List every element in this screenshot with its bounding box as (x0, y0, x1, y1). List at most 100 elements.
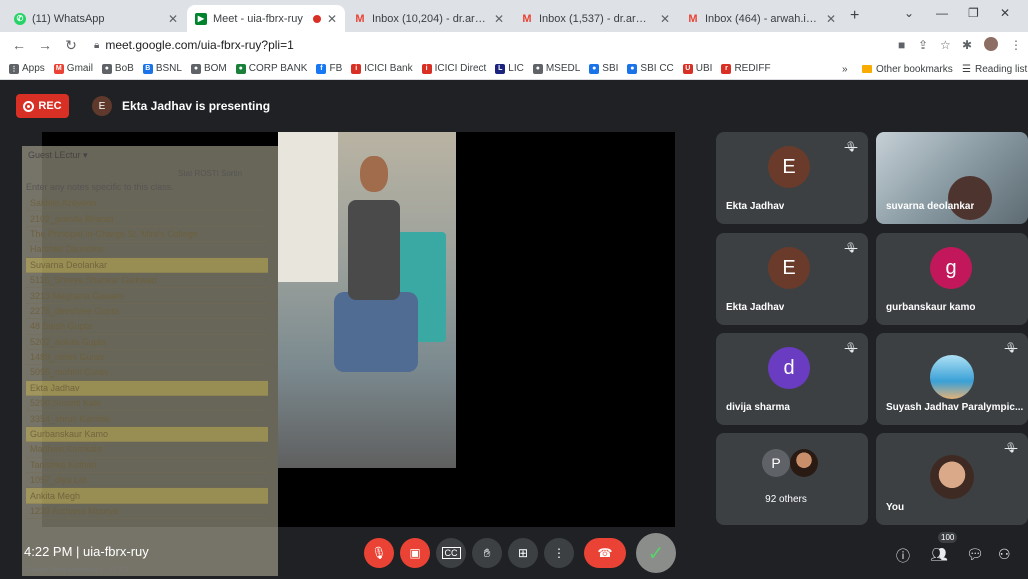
activities-icon[interactable]: ⚇ (998, 546, 1011, 563)
mic-off-icon: 🎙︎ (371, 546, 387, 560)
url-field[interactable]: meet.google.com/uia-fbrx-ruy?pli=1 (105, 38, 293, 52)
people-icon[interactable]: 👥︎ (930, 546, 948, 563)
bookmark-item[interactable]: ● BOM (190, 63, 227, 74)
participant-tile[interactable]: You 🎙︎ (876, 433, 1028, 525)
attendance-row[interactable]: Gurbanskaur Kamo (26, 426, 268, 443)
lock-icon[interactable]: 🔒︎ (94, 40, 99, 51)
back-icon[interactable]: ← (12, 37, 26, 53)
menu-icon[interactable]: ⋮ (1010, 38, 1022, 52)
bookmark-item[interactable]: r REDIFF (721, 63, 771, 74)
class-notes-input[interactable]: Enter any notes specific to this class. (22, 182, 278, 196)
bookmark-item[interactable]: ● SBI (589, 63, 618, 74)
attendance-check-button[interactable]: ✓ (636, 533, 676, 573)
bookmark-item[interactable]: i ICICI Direct (421, 63, 486, 74)
reading-list[interactable]: ☰ Reading list (962, 58, 1027, 80)
attendance-row[interactable]: 2102_pranita Bharati (26, 211, 268, 227)
participant-tile[interactable]: Suyash Jadhav Paralympic... 🎙︎ (876, 333, 1028, 425)
attendance-row[interactable]: 5095_mohini Gurav (26, 365, 268, 381)
participant-tile[interactable]: d divija sharma 🎙︎ (716, 333, 868, 425)
participant-tile[interactable]: P 92 others (716, 433, 868, 525)
reload-icon[interactable]: ↻ (64, 37, 78, 54)
bookmark-item[interactable]: B BSNL (142, 63, 182, 74)
bookmark-item[interactable]: ● MSEDL (532, 63, 580, 74)
new-tab-button[interactable]: + (850, 7, 859, 25)
bookmark-item[interactable]: U UBI (682, 63, 712, 74)
bookmark-icon: ● (589, 63, 600, 74)
other-bookmarks[interactable]: Other bookmarks (862, 58, 953, 80)
bookmarks-more-button[interactable]: » (842, 58, 848, 80)
close-icon[interactable]: ✕ (168, 12, 178, 26)
participant-tile[interactable]: g gurbanskaur kamo (876, 233, 1028, 325)
present-button[interactable]: ⊞ (508, 538, 538, 568)
tab-search-icon[interactable]: ⌄ (904, 6, 914, 20)
tab-gmail-3[interactable]: M Inbox (464) - arwah.inhaf@gma ✕ (679, 5, 844, 32)
gmail-icon: M (522, 12, 532, 25)
more-options-button[interactable]: ⋮ (544, 538, 574, 568)
attendance-panel[interactable]: Guest LEctur ▾ Stat ROSTI Sortin Enter a… (22, 146, 278, 576)
close-icon[interactable]: ✕ (494, 12, 504, 26)
attendance-row[interactable]: 2275_devshree Gupta (26, 304, 268, 320)
participant-tile[interactable]: E Ekta Jadhav 🎙︎ (716, 233, 868, 325)
attendance-row[interactable]: 5290 Srushti Kale (26, 396, 268, 412)
tab-meet[interactable]: ▶ Meet - uia-fbrx-ruy ✕ (187, 5, 345, 32)
bookmark-icon: U (682, 63, 693, 74)
attendance-row[interactable]: Ankita Megh (26, 488, 268, 504)
attendance-row[interactable]: Madhavi Komkala (26, 442, 268, 458)
bookmark-item[interactable]: M Gmail (53, 63, 93, 74)
bookmark-item[interactable]: ● CORP BANK (235, 63, 307, 74)
close-icon[interactable]: ✕ (660, 12, 670, 26)
chat-icon[interactable]: 💬︎ (966, 546, 984, 563)
attendance-row[interactable]: 3354_shruti Kamble (26, 411, 268, 427)
mic-off-button[interactable]: 🎙︎ (364, 538, 394, 568)
bookmark-icon: ● (190, 63, 201, 74)
presented-video (278, 132, 456, 468)
recording-button[interactable]: REC (16, 94, 69, 118)
attendance-row[interactable]: Ekta Jadhav (26, 380, 268, 397)
profile-avatar[interactable] (984, 37, 998, 51)
tab-whatsapp[interactable]: ✆ (11) WhatsApp ✕ (6, 5, 186, 32)
bookmark-item[interactable]: f FB (316, 63, 342, 74)
star-icon[interactable]: ☆ (940, 38, 951, 52)
tab-gmail-2[interactable]: M Inbox (1,537) - dr.arwahmadan ✕ (513, 5, 678, 32)
participant-name: gurbanskaur kamo (886, 302, 976, 313)
attendance-row[interactable]: 1489_rohini Gurav (26, 350, 268, 366)
participant-tile[interactable]: suvarna deolankar (876, 132, 1028, 224)
bookmark-item[interactable]: i ICICI Bank (351, 63, 413, 74)
attendance-row[interactable]: 48 Saish Gupta (26, 319, 268, 335)
raise-hand-button[interactable]: ✋︎ (472, 538, 502, 568)
attendance-row[interactable]: 5116_Shreya Shankar Gaikwad (26, 273, 268, 289)
leave-call-button[interactable]: ☎︎ (584, 538, 626, 568)
bookmark-label: BoB (114, 63, 134, 74)
attendance-row[interactable]: The Principal In-Charge St. Mira's Colle… (26, 227, 268, 243)
attendance-row[interactable]: Suvarna Deolankar (26, 257, 268, 273)
attendance-row[interactable]: 1239 Archana Mourya (26, 504, 268, 520)
share-icon[interactable]: ⇪ (918, 38, 928, 52)
attendance-row[interactable]: Tanishka Kothari (26, 458, 268, 474)
close-icon[interactable]: ✕ (826, 12, 836, 26)
camera-indicator-icon[interactable]: ■ (898, 38, 905, 52)
bookmark-item[interactable]: ● BoB (101, 63, 134, 74)
attendance-row[interactable]: Sakhile Azevedo (26, 196, 268, 212)
check-icon: ✓ (647, 542, 665, 565)
attendance-row[interactable]: 5202_ankita Gupta (26, 335, 268, 350)
tab-gmail-1[interactable]: M Inbox (10,204) - dr.arwahmadan ✕ (346, 5, 512, 32)
captions-button[interactable]: CC (436, 538, 466, 568)
participant-tile[interactable]: E Ekta Jadhav 🎙︎ (716, 132, 868, 224)
attendance-row[interactable]: Harshali Daundkar (26, 242, 268, 258)
bookmark-item[interactable]: ● SBI CC (627, 63, 674, 74)
attendance-row[interactable]: 1057_diya Lot (26, 473, 268, 489)
attendance-row[interactable]: 3213 Meghana Gaware (26, 288, 268, 304)
class-selector[interactable]: Guest LEctur ▾ (22, 146, 278, 164)
bookmark-item[interactable]: L LIC (495, 63, 524, 74)
restore-button[interactable]: ❐ (968, 6, 979, 20)
more-vert-icon: ⋮ (553, 546, 565, 560)
bookmark-item[interactable]: ⋮ Apps (9, 63, 45, 74)
close-window-button[interactable]: ✕ (1000, 6, 1010, 20)
minimize-button[interactable]: — (936, 6, 948, 20)
attendance-toolbar[interactable]: Stat ROSTI Sortin (22, 164, 278, 182)
close-icon[interactable]: ✕ (327, 12, 337, 26)
forward-icon[interactable]: → (38, 37, 52, 53)
meeting-details-icon[interactable]: ⓘ (896, 546, 910, 566)
camera-off-button[interactable]: ▣ (400, 538, 430, 568)
extensions-icon[interactable]: ✱ (962, 38, 972, 52)
